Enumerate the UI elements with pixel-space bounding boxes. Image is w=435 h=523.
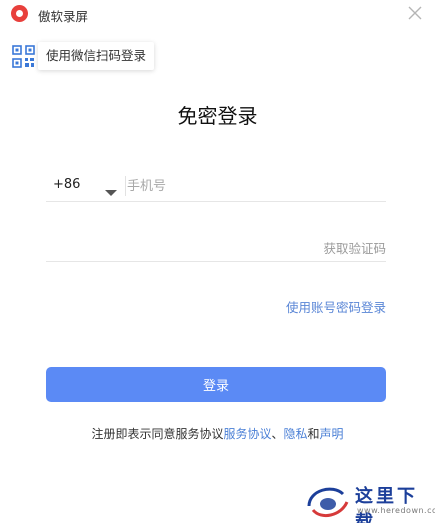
watermark-swirl-icon xyxy=(307,487,349,518)
get-code-button[interactable]: 获取验证码 xyxy=(323,238,386,257)
login-window: 傲软录屏 使用微信扫码登录 免密登录 +86 获取验证码 xyxy=(0,0,435,523)
agreement-prefix: 注册即表示同意服务协议 xyxy=(91,427,224,441)
verification-code-input[interactable] xyxy=(53,234,303,258)
field-divider xyxy=(125,176,126,196)
page-title: 免密登录 xyxy=(177,104,258,128)
app-title: 傲软录屏 xyxy=(38,9,89,24)
password-login-link[interactable]: 使用账号密码登录 xyxy=(286,297,386,316)
privacy-link[interactable]: 隐私 xyxy=(284,427,308,441)
wechat-qr-login-button[interactable]: 使用微信扫码登录 xyxy=(38,42,155,70)
agreement-text: 注册即表示同意服务协议服务协议、隐私和声明 xyxy=(0,425,435,442)
watermark-url: www.heredown.com xyxy=(357,506,435,515)
terms-link[interactable]: 服务协议 xyxy=(223,427,271,441)
country-code[interactable]: +86 xyxy=(53,177,80,192)
qr-code-icon[interactable] xyxy=(12,45,35,68)
agreement-and: 和 xyxy=(307,427,320,441)
login-button[interactable]: 登录 xyxy=(46,367,386,402)
statement-link[interactable]: 声明 xyxy=(320,427,344,441)
watermark: 这里下载 www.heredown.com xyxy=(303,478,435,523)
close-icon[interactable] xyxy=(407,5,423,21)
agreement-separator: 、 xyxy=(271,427,284,441)
verification-code-row: 获取验证码 xyxy=(46,232,386,262)
phone-field-row: +86 xyxy=(46,172,386,202)
phone-input[interactable] xyxy=(127,174,382,198)
watermark-text: 这里下载 xyxy=(355,486,418,523)
record-logo-icon xyxy=(11,5,28,22)
caret-down-icon[interactable] xyxy=(104,182,118,196)
